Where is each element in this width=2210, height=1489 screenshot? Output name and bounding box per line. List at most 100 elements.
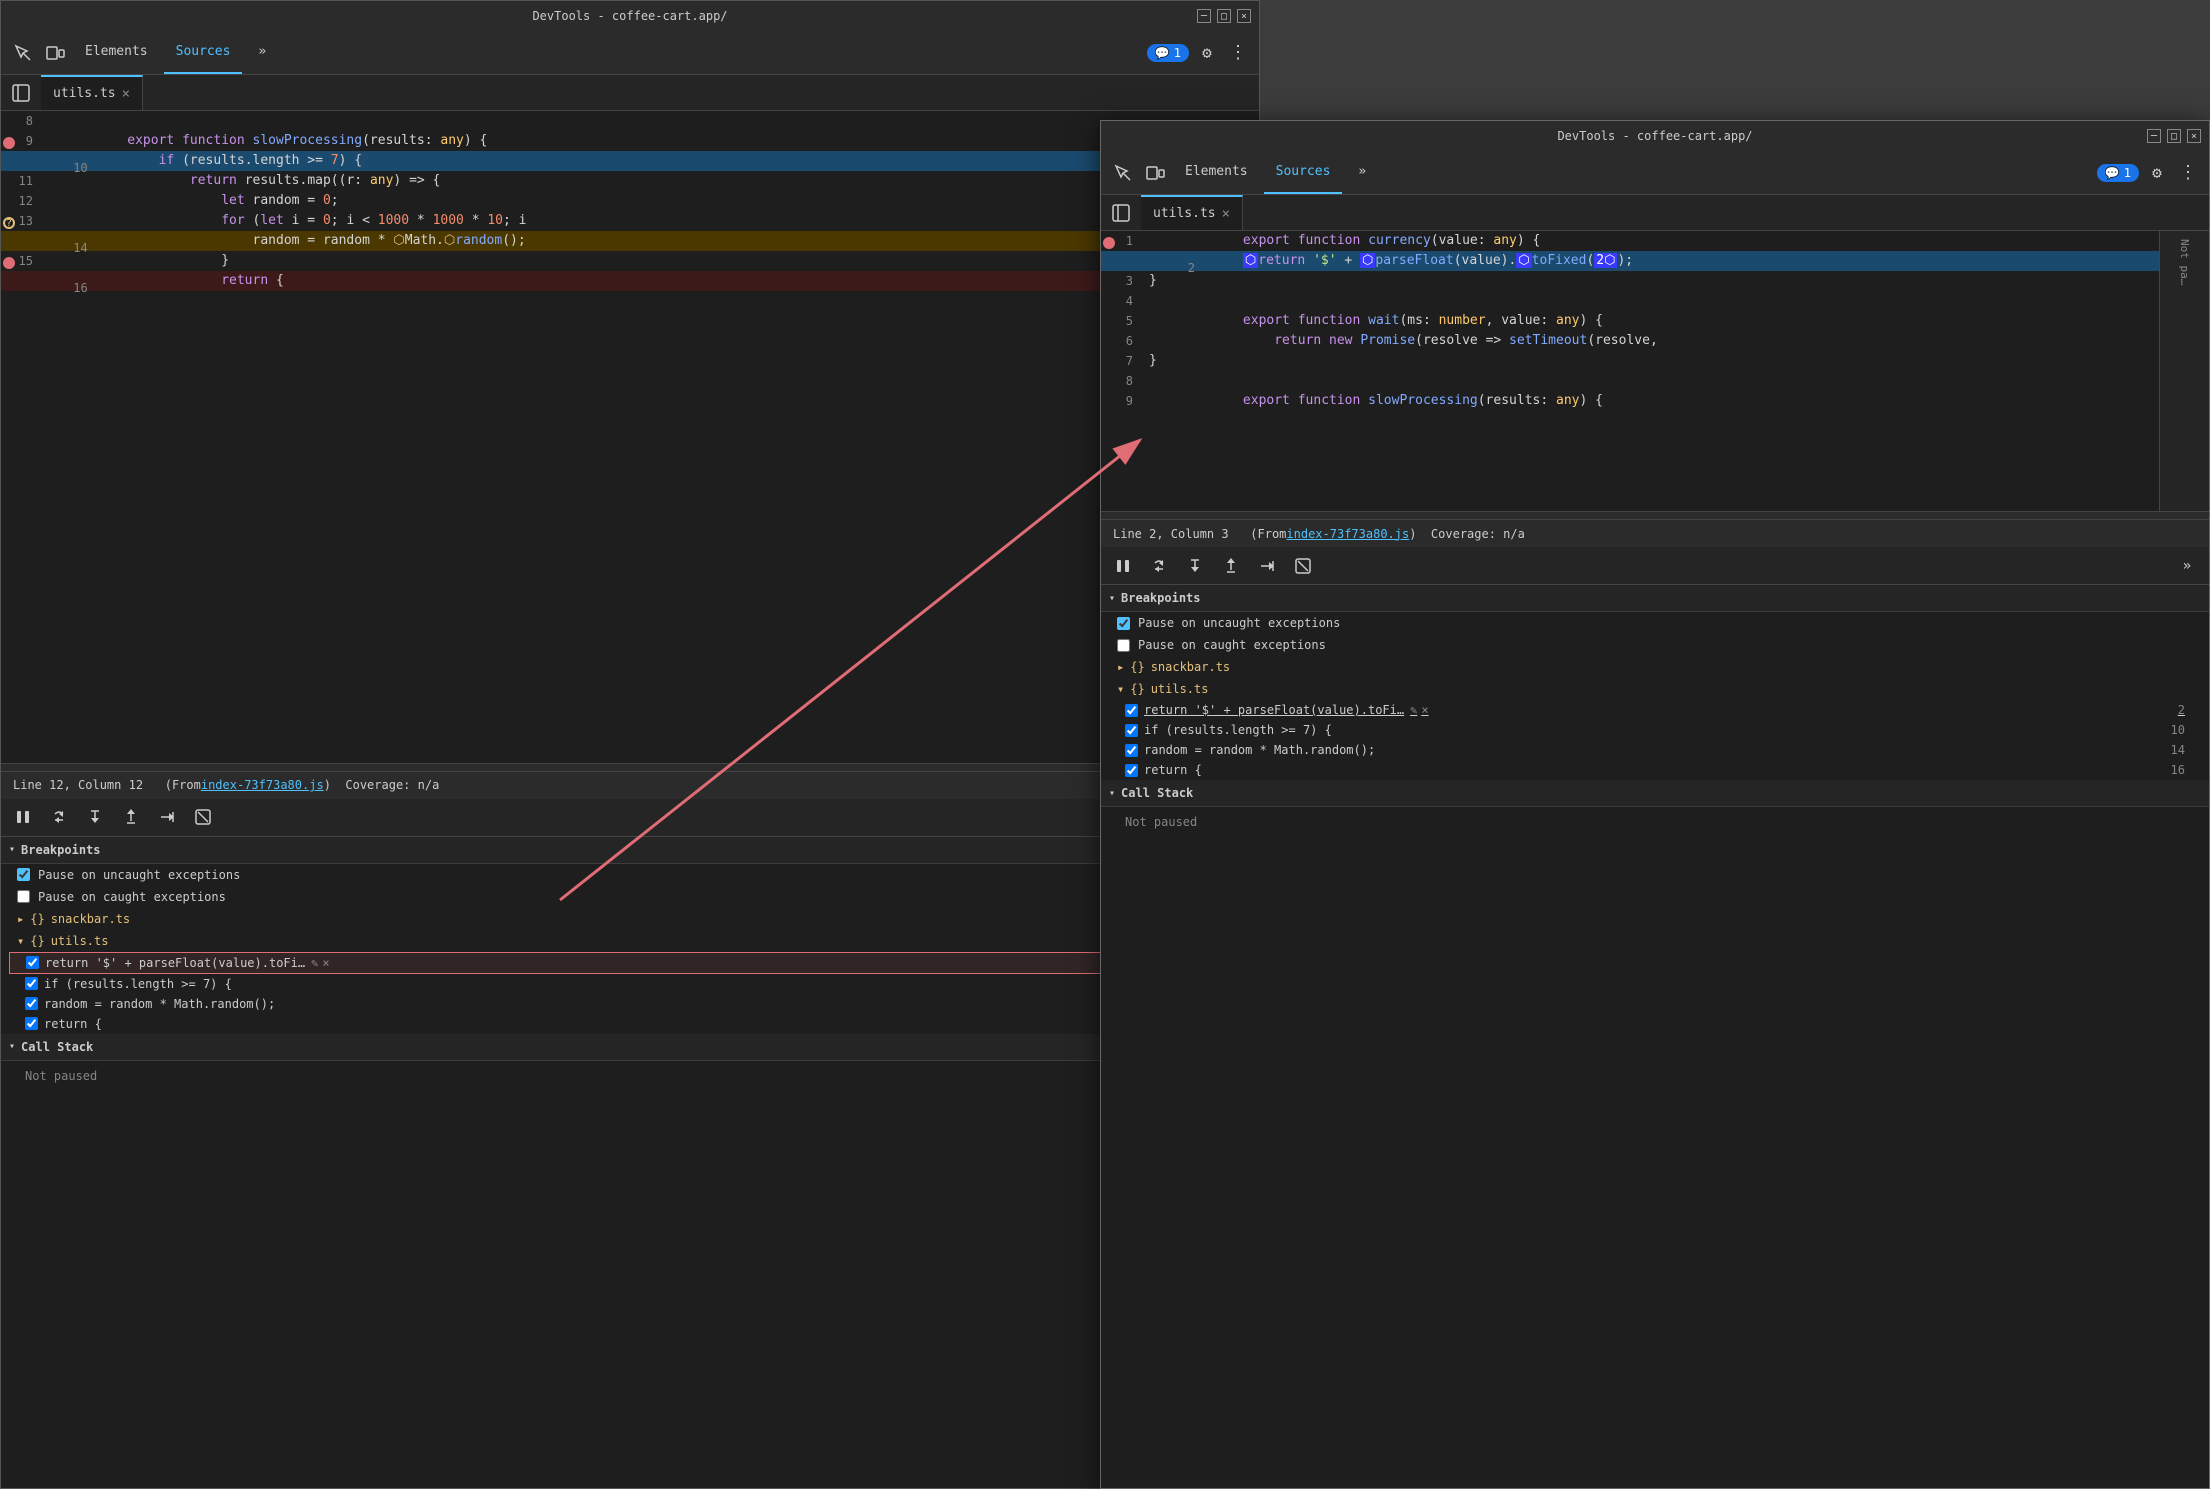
status-sep-2 <box>1229 527 1251 541</box>
source-link-2[interactable]: index-73f73a80.js <box>1286 527 1409 541</box>
maximize-btn-1[interactable]: □ <box>1217 9 1231 23</box>
bp-cb-3-2[interactable] <box>1125 744 1138 757</box>
more-debug-btn-2[interactable]: » <box>2173 552 2201 580</box>
breakpoints-header-2[interactable]: ▾ Breakpoints <box>1101 585 2209 612</box>
step-into-btn-2[interactable] <box>1181 552 1209 580</box>
message-badge-2[interactable]: 💬 1 <box>2097 164 2139 182</box>
question-dot-14: ? <box>3 217 15 229</box>
pause-caught-cb-1[interactable] <box>17 890 30 903</box>
bp-group-utils-1[interactable]: ▾ {} utils.ts <box>1 930 1259 952</box>
sidebar-toggle-1[interactable] <box>5 77 37 109</box>
utils-tab-1[interactable]: utils.ts × <box>41 75 143 110</box>
more-tabs-2[interactable]: » <box>1346 151 1378 194</box>
pause-uncaught-label-2: Pause on uncaught exceptions <box>1138 616 1340 630</box>
bp-group-utils-2[interactable]: ▾ {} utils.ts <box>1101 678 2209 700</box>
settings-icon-2[interactable]: ⚙ <box>2143 159 2171 187</box>
line-num-6-2: 6 <box>1101 334 1141 348</box>
bp-cb-4-2[interactable] <box>1125 764 1138 777</box>
line-num-8: 8 <box>1 114 41 128</box>
bp-code-2-2: if (results.length >= 7) { <box>1144 723 1332 737</box>
source-paren-1: ) <box>324 778 331 792</box>
bp-cb-3-1[interactable] <box>25 997 38 1010</box>
step-out-btn-2[interactable] <box>1217 552 1245 580</box>
code-panel-area-2: 1 export function currency(value: any) {… <box>1101 231 2209 511</box>
js-icon-utils-1: {} <box>30 934 44 948</box>
breakpoints-header-1[interactable]: ▾ Breakpoints <box>1 837 1259 864</box>
line-num-5-2: 5 <box>1101 314 1141 328</box>
bp-code-3-2: random = random * Math.random(); <box>1144 743 1375 757</box>
hscrollbar-1[interactable] <box>1 763 1259 771</box>
deactivate-btn-2[interactable] <box>1289 552 1317 580</box>
bp-edit-icon-2[interactable]: ✎ <box>1410 703 1417 717</box>
step-over-btn-2[interactable] <box>1145 552 1173 580</box>
close-btn-2[interactable]: × <box>2187 129 2201 143</box>
bp-edit-icon-1[interactable]: ✎ <box>311 956 318 970</box>
bp-delete-icon-2[interactable]: × <box>1421 703 1428 717</box>
step-into-btn-1[interactable] <box>81 803 109 831</box>
utils-tab-2[interactable]: utils.ts × <box>1141 195 1243 230</box>
inspect-icon-2[interactable] <box>1109 159 1137 187</box>
settings-icon-1[interactable]: ⚙ <box>1193 39 1221 67</box>
device-icon-2[interactable] <box>1141 159 1169 187</box>
close-tab-2[interactable]: × <box>1222 206 1230 222</box>
pause-btn-1[interactable] <box>9 803 37 831</box>
window-controls-2: ─ □ × <box>2147 129 2201 143</box>
elements-tab-2[interactable]: Elements <box>1173 151 1260 194</box>
pause-uncaught-cb-1[interactable] <box>17 868 30 881</box>
cs-arrow-2: ▾ <box>1109 788 1115 799</box>
source-link-1[interactable]: index-73f73a80.js <box>201 778 324 792</box>
code-lines-2: 1 export function currency(value: any) {… <box>1101 231 2159 411</box>
cursor-position-1: Line 12, Column 12 <box>13 778 143 792</box>
bp-cb-active-1[interactable] <box>26 956 39 969</box>
step-over-btn-1[interactable] <box>45 803 73 831</box>
pause-caught-cb-2[interactable] <box>1117 639 1130 652</box>
maximize-btn-2[interactable]: □ <box>2167 129 2181 143</box>
status-bar-1: Line 12, Column 12 (From index-73f73a80.… <box>1 771 1259 799</box>
step-btn-1[interactable] <box>153 803 181 831</box>
close-btn-1[interactable]: × <box>1237 9 1251 23</box>
minimize-btn-1[interactable]: ─ <box>1197 9 1211 23</box>
status-sep2-2 <box>1416 527 1430 541</box>
bp-cb-active-2[interactable] <box>1125 704 1138 717</box>
step-out-btn-1[interactable] <box>117 803 145 831</box>
bp-cb-2-2[interactable] <box>1125 724 1138 737</box>
more-menu-icon-1[interactable]: ⋮ <box>1225 38 1251 67</box>
sidebar-toggle-2[interactable] <box>1105 197 1137 229</box>
bp-group-name-utils-1: utils.ts <box>51 934 109 948</box>
hscrollbar-2[interactable] <box>1101 511 2209 519</box>
code-line-9-2: 9 export function slowProcessing(results… <box>1101 391 2159 411</box>
devtools-window-1: DevTools - coffee-cart.app/ ─ □ × Elemen… <box>0 0 1260 1489</box>
panel-2: ▾ Breakpoints Pause on uncaught exceptio… <box>1101 585 2209 1488</box>
bp-code-4-2: return { <box>1144 763 1202 777</box>
minimize-btn-2[interactable]: ─ <box>2147 129 2161 143</box>
message-badge-1[interactable]: 💬 1 <box>1147 44 1189 62</box>
bp-group-snackbar-1[interactable]: ▸ {} snackbar.ts <box>1 908 1259 930</box>
code-line-16: 16 return { <box>1 271 1259 291</box>
bp-line-3-2: 14 <box>2171 743 2185 757</box>
close-tab-1[interactable]: × <box>122 86 130 102</box>
pause-uncaught-cb-2[interactable] <box>1117 617 1130 630</box>
inspect-icon-1[interactable] <box>9 39 37 67</box>
bp-cb-4-1[interactable] <box>25 1017 38 1030</box>
elements-tab-1[interactable]: Elements <box>73 31 160 74</box>
sources-tab-1[interactable]: Sources <box>164 31 243 74</box>
bp-item-4-1: return { 16 <box>1 1014 1259 1034</box>
debug-toolbar-2: » <box>1101 547 2209 585</box>
bp-item-active-2: return '$' + parseFloat(value).toFi… ✎ ×… <box>1101 700 2209 720</box>
step-btn-2[interactable] <box>1253 552 1281 580</box>
bp-delete-icon-1[interactable]: × <box>322 956 329 970</box>
bp-cb-2-1[interactable] <box>25 977 38 990</box>
bp-item-3-2: random = random * Math.random(); 14 <box>1101 740 2209 760</box>
call-stack-header-1[interactable]: ▾ Call Stack <box>1 1034 1259 1061</box>
bp-group-snackbar-2[interactable]: ▸ {} snackbar.ts <box>1101 656 2209 678</box>
more-menu-icon-2[interactable]: ⋮ <box>2175 158 2201 187</box>
device-icon-1[interactable] <box>41 39 69 67</box>
deactivate-btn-1[interactable] <box>189 803 217 831</box>
elements-tab-label-1: Elements <box>85 44 148 59</box>
file-tab-name-1: utils.ts <box>53 86 116 101</box>
more-tabs-1[interactable]: » <box>246 31 278 74</box>
bp-line-4-2: 16 <box>2171 763 2185 777</box>
pause-btn-2[interactable] <box>1109 552 1137 580</box>
call-stack-header-2[interactable]: ▾ Call Stack <box>1101 780 2209 807</box>
sources-tab-2[interactable]: Sources <box>1264 151 1343 194</box>
